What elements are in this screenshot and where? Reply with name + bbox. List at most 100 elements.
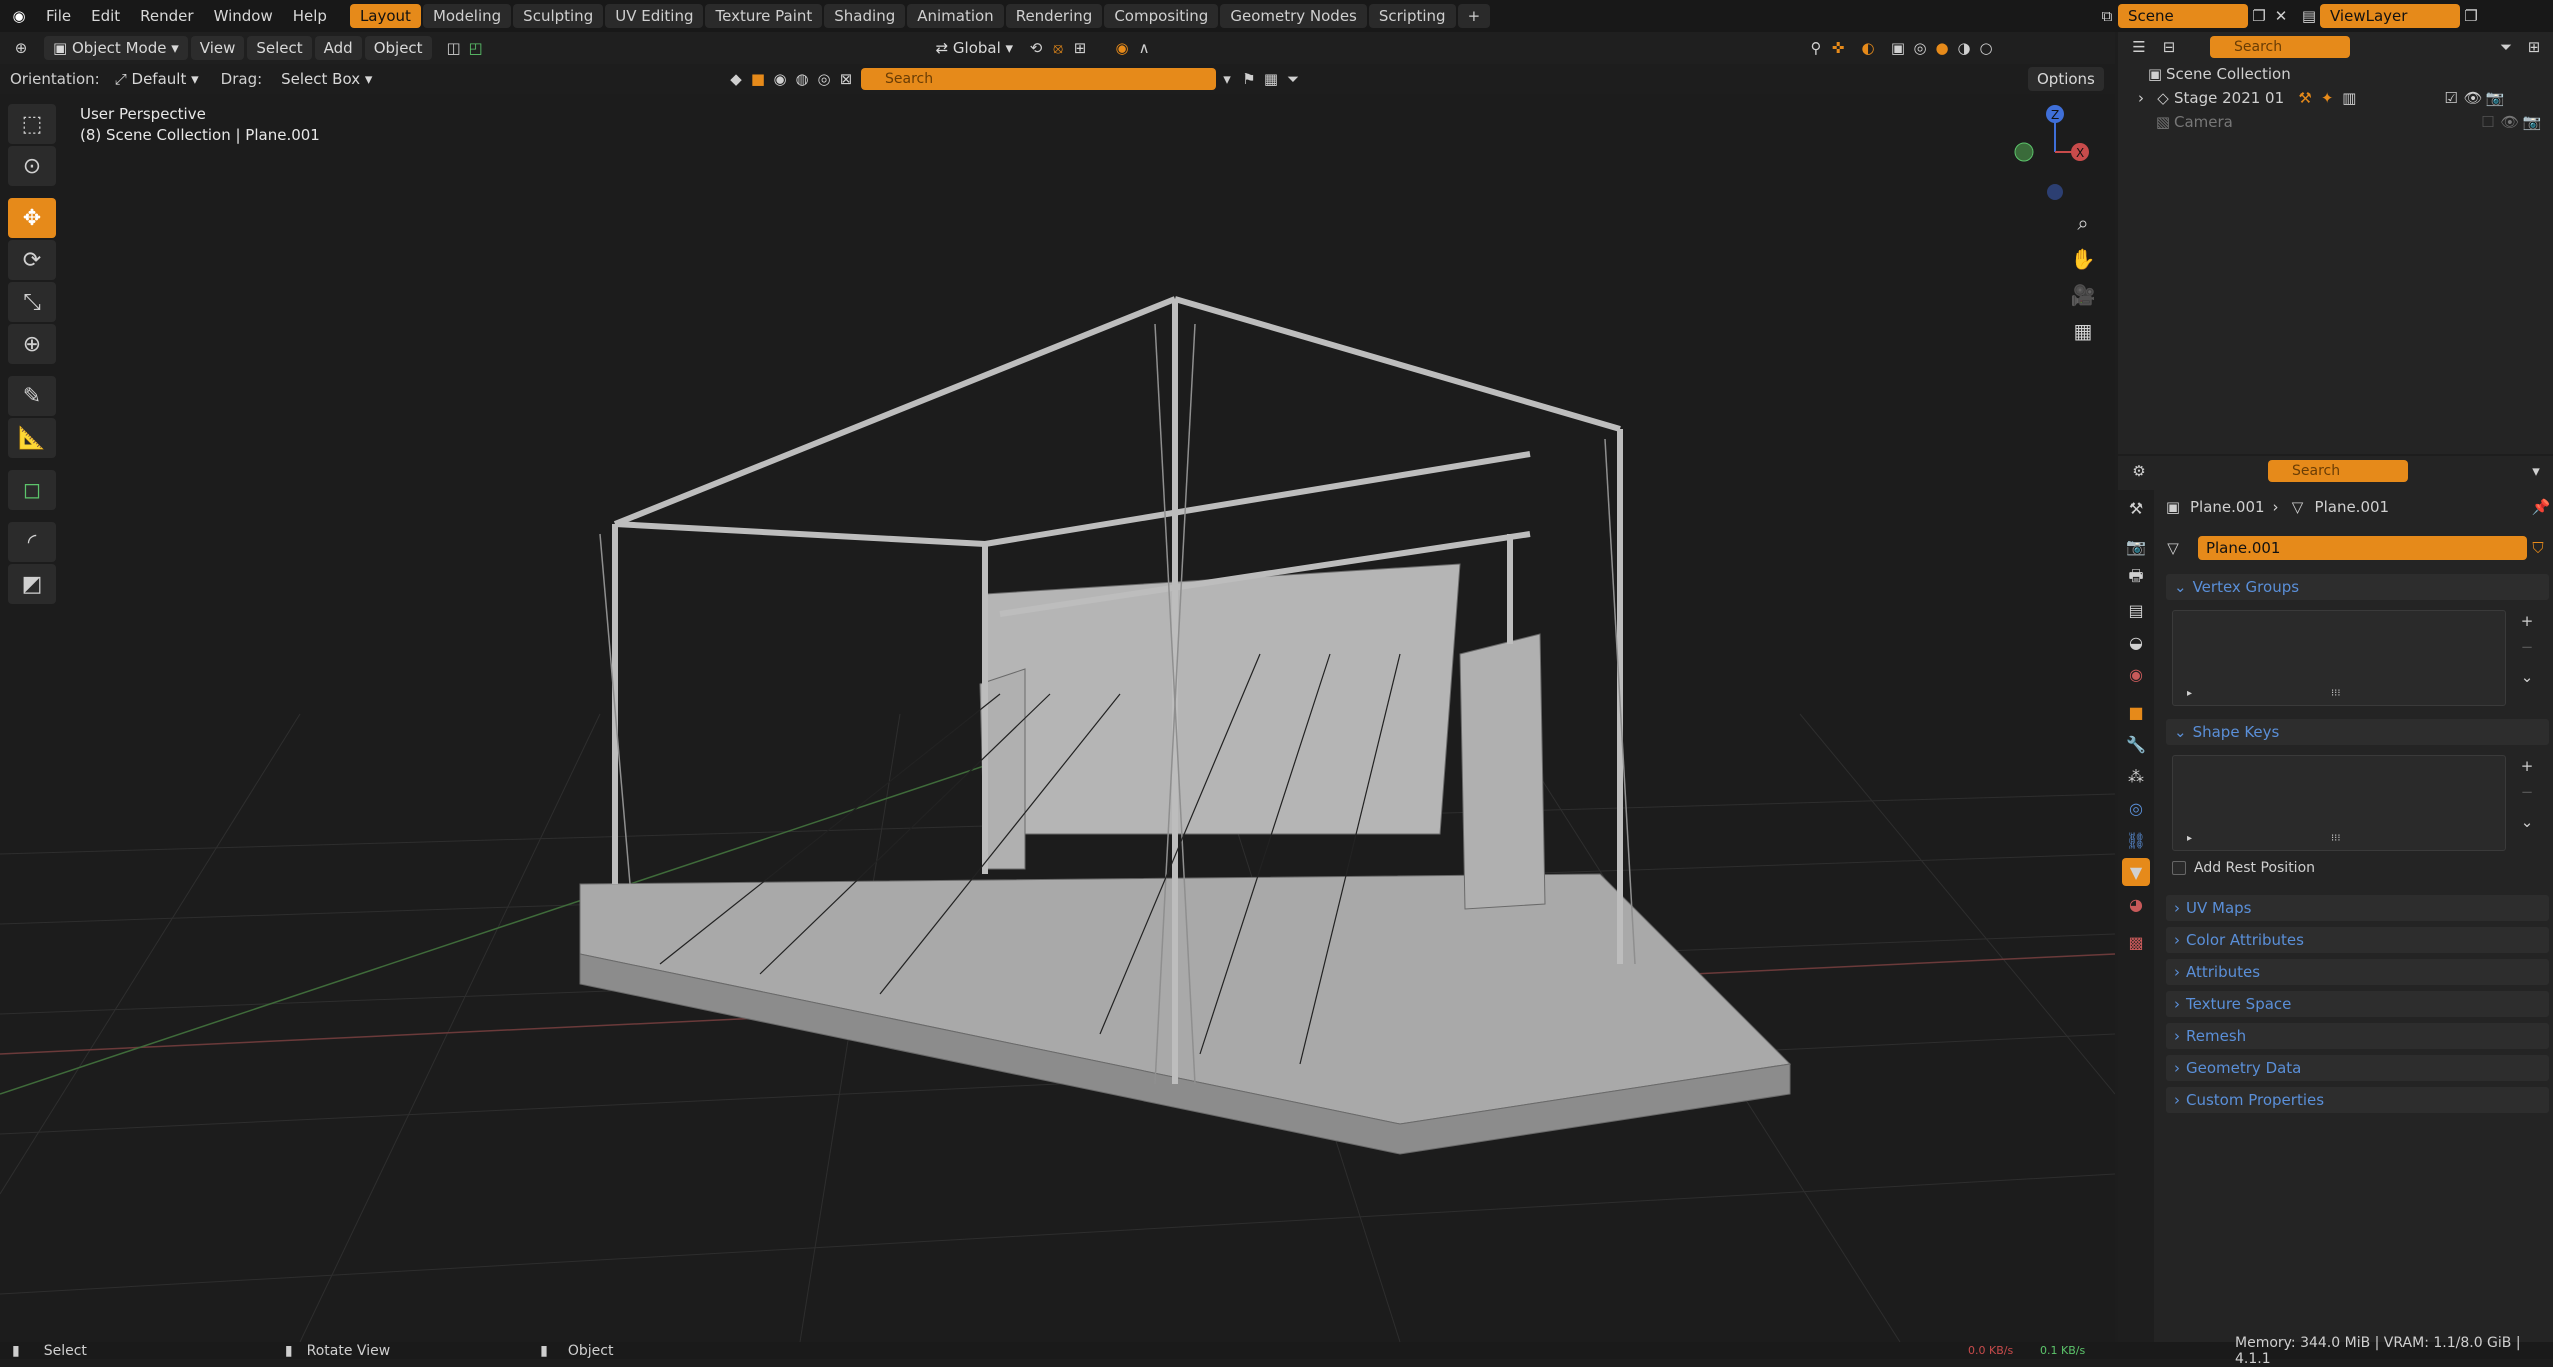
navigation-gizmo[interactable]: Z X xyxy=(2010,100,2100,210)
viewport-search-input[interactable]: Search xyxy=(861,68,1216,90)
mesh-filter-icon[interactable]: ◉ xyxy=(769,68,791,90)
view-layer-icon[interactable]: ▤ xyxy=(2298,5,2320,27)
render-camera-icon[interactable]: 📷 xyxy=(2484,87,2506,109)
cursor-tool-icon[interactable]: ⊙ xyxy=(8,146,56,186)
menu-select[interactable]: Select xyxy=(247,36,312,60)
tab-texture-paint[interactable]: Texture Paint xyxy=(705,4,823,28)
menu-object[interactable]: Object xyxy=(364,36,432,60)
filter-objects-icon[interactable]: ◆ xyxy=(725,68,747,90)
copy-view-layer-icon[interactable]: ❐ xyxy=(2460,5,2482,27)
drag-selector[interactable]: Select Box ▾ xyxy=(272,67,381,91)
list-resize-handle-icon[interactable]: ⁝⁝⁝ xyxy=(2331,833,2341,844)
render-camera-icon[interactable]: 📷 xyxy=(2521,111,2543,133)
outliner-search-input[interactable]: Search xyxy=(2210,36,2350,58)
visibility-icon[interactable]: ⚲ xyxy=(1805,37,1827,59)
collection-visibility-icon[interactable]: ◫ xyxy=(443,37,465,59)
rendered-shading-icon[interactable]: ○ xyxy=(1975,37,1997,59)
options-button[interactable]: Options xyxy=(2028,67,2104,91)
search-dropdown-icon[interactable]: ▾ xyxy=(1216,68,1238,90)
add-workspace-icon[interactable]: + xyxy=(1457,4,1491,28)
data-tab-icon[interactable]: ▼ xyxy=(2122,858,2150,886)
zoom-icon[interactable]: ⌕ xyxy=(2068,208,2098,238)
pivot-icon[interactable]: ⟲ xyxy=(1025,37,1047,59)
rotate-tool-icon[interactable]: ⟳ xyxy=(8,240,56,280)
properties-editor-icon[interactable]: ⚙ xyxy=(2128,460,2150,482)
wireframe-shading-icon[interactable]: ◎ xyxy=(1909,37,1931,59)
properties-options-icon[interactable]: ▾ xyxy=(2525,460,2547,482)
panel-texture-space[interactable]: › Texture Space xyxy=(2166,991,2549,1017)
constraints-tab-icon[interactable]: ⛓ xyxy=(2122,826,2150,854)
menu-file[interactable]: File xyxy=(36,0,81,32)
eye-icon[interactable]: 👁 xyxy=(2499,111,2521,133)
fake-user-shield-icon[interactable]: ⛉ xyxy=(2527,537,2549,559)
menu-add[interactable]: Add xyxy=(314,36,362,60)
add-vertex-group-icon[interactable]: + xyxy=(2516,610,2538,632)
bend-tool-icon[interactable]: ◜ xyxy=(8,522,56,562)
vertex-groups-list[interactable]: ▸ ⁝⁝⁝ xyxy=(2172,610,2506,706)
select-box-tool-icon[interactable]: ⬚ xyxy=(8,104,56,144)
gizmo-toggle-icon[interactable]: ✜ xyxy=(1827,37,1849,59)
tab-modeling[interactable]: Modeling xyxy=(422,4,512,28)
other-filter-icon[interactable]: ⊠ xyxy=(835,68,857,90)
light-filter-icon[interactable]: ◍ xyxy=(791,68,813,90)
3d-viewport[interactable] xyxy=(0,94,2115,1342)
snap-target-icon[interactable]: ⊞ xyxy=(1069,37,1091,59)
proportional-edit-icon[interactable]: ◉ xyxy=(1111,37,1133,59)
tab-compositing[interactable]: Compositing xyxy=(1104,4,1219,28)
pan-hand-icon[interactable]: ✋ xyxy=(2068,244,2098,274)
list-resize-handle-icon[interactable]: ⁝⁝⁝ xyxy=(2331,688,2341,699)
transform-tool-icon[interactable]: ⊕ xyxy=(8,324,56,364)
panel-attributes[interactable]: › Attributes xyxy=(2166,959,2549,985)
shape-key-specials-icon[interactable]: ⌄ xyxy=(2516,811,2538,833)
panel-shape-keys[interactable]: ⌄ Shape Keys xyxy=(2166,719,2549,745)
tab-geometry-nodes[interactable]: Geometry Nodes xyxy=(1220,4,1367,28)
scene-field[interactable]: Scene xyxy=(2118,4,2248,28)
move-tool-icon[interactable]: ✥ xyxy=(8,198,56,238)
material-tab-icon[interactable]: ◕ xyxy=(2122,890,2150,918)
transform-orientation[interactable]: ⇄ Global ▾ xyxy=(927,36,1023,60)
falloff-icon[interactable]: ∧ xyxy=(1133,37,1155,59)
blender-logo-icon[interactable]: ◉ xyxy=(8,5,30,27)
editor-type-icon[interactable]: ⊕ xyxy=(10,37,32,59)
overlay-toggle-icon[interactable]: ◐ xyxy=(1857,37,1879,59)
properties-search-input[interactable]: Search xyxy=(2268,460,2408,482)
scene-icon[interactable]: ⧉ xyxy=(2096,5,2118,27)
scene-tab-icon[interactable]: ◒ xyxy=(2122,628,2150,656)
view-layer-field[interactable]: ViewLayer xyxy=(2320,4,2460,28)
outliner-row-stage[interactable]: › ◇ Stage 2021 01 ⚒ ✦ ▥ ☑ 👁 📷 xyxy=(2118,86,2553,110)
remove-shape-key-icon[interactable]: − xyxy=(2516,781,2538,803)
add-collection-icon[interactable]: ◰ xyxy=(465,37,487,59)
expand-chevron-icon[interactable]: › xyxy=(2130,87,2152,109)
annotate-tool-icon[interactable]: ✎ xyxy=(8,376,56,416)
tab-layout[interactable]: Layout xyxy=(349,4,421,28)
eye-icon[interactable]: 👁 xyxy=(2462,87,2484,109)
measure-tool-icon[interactable]: 📐 xyxy=(8,418,56,458)
object-type-icon[interactable]: ■ xyxy=(747,68,769,90)
view-layer-tab-icon[interactable]: ▤ xyxy=(2122,596,2150,624)
list-expand-icon[interactable]: ▸ xyxy=(2187,688,2192,699)
tool-tab-icon[interactable]: ⚒ xyxy=(2122,494,2150,522)
layout-icon[interactable]: ▦ xyxy=(1260,68,1282,90)
add-cube-tool-icon[interactable]: ◻ xyxy=(8,470,56,510)
checkbox-icon[interactable]: ☐ xyxy=(2477,111,2499,133)
physics-tab-icon[interactable]: ◎ xyxy=(2122,794,2150,822)
panel-geometry-data[interactable]: › Geometry Data xyxy=(2166,1055,2549,1081)
add-shape-key-icon[interactable]: + xyxy=(2516,755,2538,777)
tab-animation[interactable]: Animation xyxy=(907,4,1004,28)
scale-tool-icon[interactable]: ⤡ xyxy=(8,282,56,322)
pin-icon[interactable]: 📌 xyxy=(2530,496,2552,518)
mesh-data-icon[interactable]: ▽ xyxy=(2162,537,2184,559)
texture-tab-icon[interactable]: ▩ xyxy=(2122,928,2150,956)
vertex-group-specials-icon[interactable]: ⌄ xyxy=(2516,666,2538,688)
menu-edit[interactable]: Edit xyxy=(81,0,130,32)
data-name-field[interactable]: Plane.001 xyxy=(2197,536,2528,560)
list-expand-icon[interactable]: ▸ xyxy=(2187,833,2192,844)
panel-vertex-groups[interactable]: ⌄ Vertex Groups xyxy=(2166,574,2549,600)
outliner-row-camera[interactable]: ▧ Camera ☐ 👁 📷 xyxy=(2118,110,2553,134)
add-rest-position-checkbox[interactable] xyxy=(2172,861,2186,875)
shear-tool-icon[interactable]: ◩ xyxy=(8,564,56,604)
output-tab-icon[interactable]: 🖶 xyxy=(2122,564,2150,592)
outliner-row-scene-collection[interactable]: ▣ Scene Collection xyxy=(2118,62,2553,86)
world-tab-icon[interactable]: ◉ xyxy=(2122,660,2150,688)
new-collection-icon[interactable]: ⊞ xyxy=(2523,36,2545,58)
